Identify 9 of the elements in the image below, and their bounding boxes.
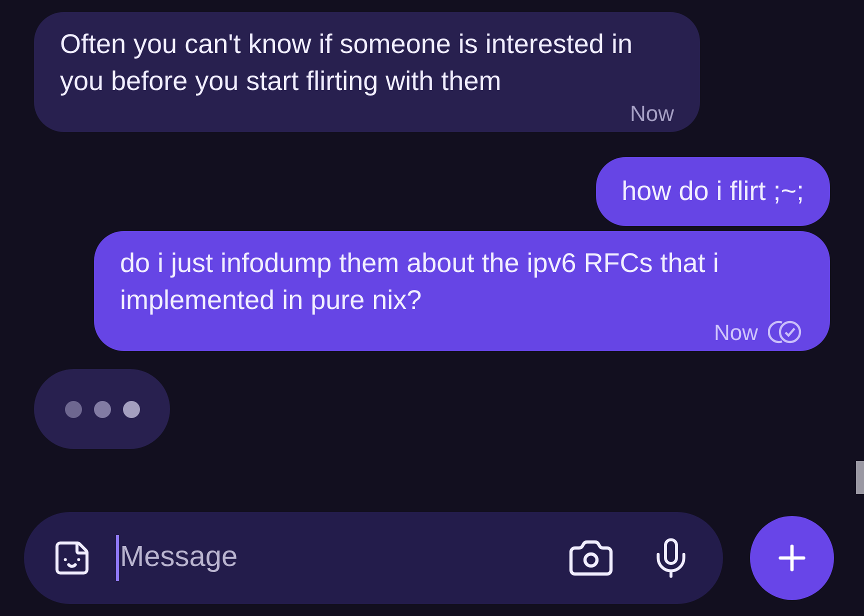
- message-text: how do i flirt ;~;: [622, 175, 804, 208]
- message-text: do i just infodump them about the ipv6 RFCs that i implemented in pure nix?: [120, 247, 720, 317]
- message-text: Often you can't know if someone is interested in you before you start flirting with them: [60, 28, 634, 98]
- message-composer[interactable]: Message: [24, 512, 723, 604]
- message-time: Now: [714, 318, 758, 346]
- text-cursor: [116, 535, 119, 581]
- message-input[interactable]: Message: [120, 536, 567, 580]
- message-time: Now: [630, 100, 674, 128]
- scrollbar-thumb[interactable]: [856, 461, 864, 494]
